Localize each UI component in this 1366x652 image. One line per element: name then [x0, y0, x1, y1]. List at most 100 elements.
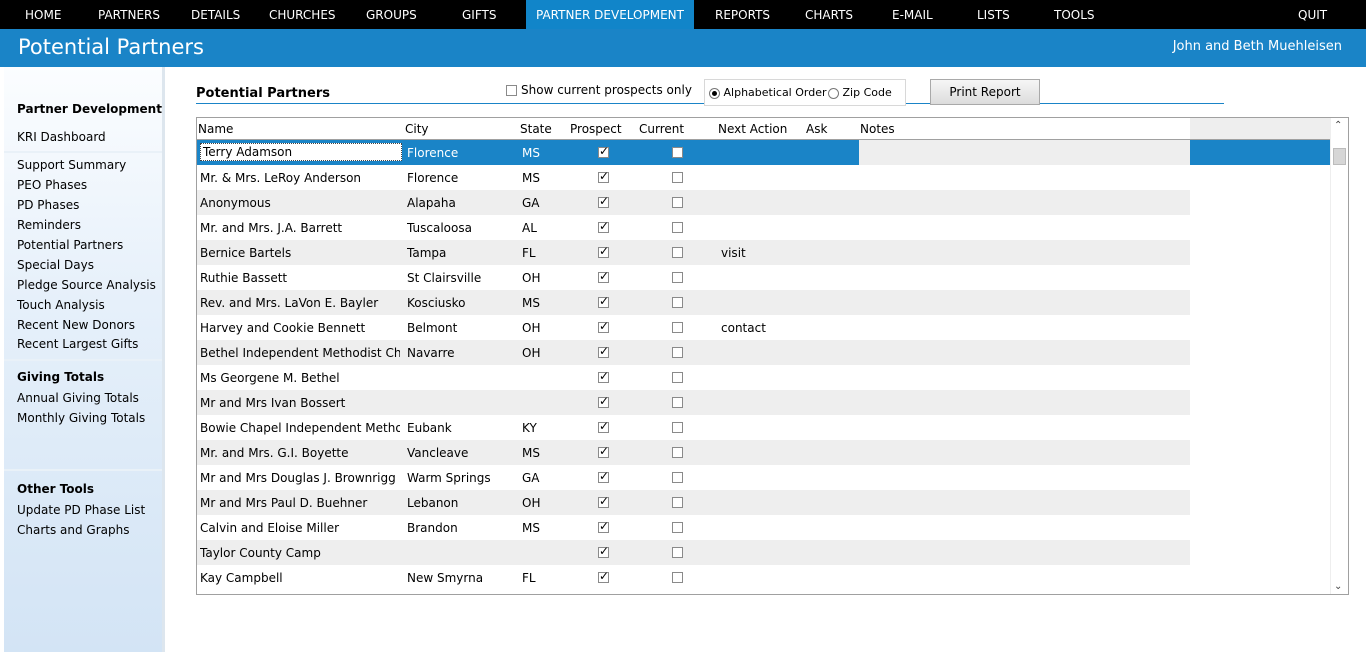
- sidebar-item-pd-phases[interactable]: PD Phases: [17, 198, 79, 212]
- sidebar-item-support-summary[interactable]: Support Summary: [17, 158, 126, 172]
- prospect-checkbox[interactable]: [598, 169, 609, 183]
- sidebar-item-touch-analysis[interactable]: Touch Analysis: [17, 298, 105, 312]
- state-cell[interactable]: FL: [522, 571, 562, 585]
- name-cell[interactable]: Taylor County Camp: [200, 546, 400, 560]
- column-header-current[interactable]: Current: [639, 122, 684, 136]
- state-cell[interactable]: MS: [522, 446, 562, 460]
- sidebar-item-charts-and-graphs[interactable]: Charts and Graphs: [17, 523, 130, 537]
- column-header-prospect[interactable]: Prospect: [570, 122, 622, 136]
- sidebar-item-annual-giving-totals[interactable]: Annual Giving Totals: [17, 391, 139, 405]
- nav-partner-development[interactable]: PARTNER DEVELOPMENT: [526, 0, 694, 29]
- prospect-checkbox[interactable]: [598, 344, 609, 358]
- city-cell[interactable]: Lebanon: [407, 496, 517, 510]
- state-cell[interactable]: KY: [522, 421, 562, 435]
- prospect-checkbox[interactable]: [598, 294, 609, 308]
- current-checkbox[interactable]: [672, 547, 683, 558]
- chevron-down-icon[interactable]: ⌄: [1334, 581, 1342, 592]
- table-row[interactable]: Bethel Independent Methodist Church Navar…: [197, 340, 1190, 365]
- city-cell[interactable]: Brandon: [407, 521, 517, 535]
- city-cell[interactable]: New Smyrna: [407, 571, 517, 585]
- city-cell[interactable]: Florence: [407, 146, 517, 160]
- table-row[interactable]: Harvey and Cookie Bennett Belmont OH contac…: [197, 315, 1190, 340]
- name-cell[interactable]: Calvin and Eloise Miller: [200, 521, 400, 535]
- current-checkbox[interactable]: [672, 272, 683, 283]
- sidebar-item-recent-largest-gifts[interactable]: Recent Largest Gifts: [17, 337, 138, 351]
- table-row[interactable]: Rev. and Mrs. LaVon E. Bayler Kosciusko MS: [197, 290, 1190, 315]
- state-cell[interactable]: OH: [522, 496, 562, 510]
- nav-tools[interactable]: TOOLS: [1054, 0, 1095, 29]
- city-cell[interactable]: Navarre: [407, 346, 517, 360]
- prospect-checkbox[interactable]: [598, 269, 609, 283]
- nav-partners[interactable]: PARTNERS: [98, 0, 160, 29]
- current-checkbox[interactable]: [672, 147, 683, 158]
- name-cell[interactable]: Mr. and Mrs. G.I. Boyette: [200, 446, 400, 460]
- current-checkbox[interactable]: [672, 247, 683, 258]
- state-cell[interactable]: MS: [522, 521, 562, 535]
- current-checkbox[interactable]: [672, 372, 683, 383]
- state-cell[interactable]: OH: [522, 346, 562, 360]
- city-cell[interactable]: Eubank: [407, 421, 517, 435]
- sidebar-item-kri-dashboard[interactable]: KRI Dashboard: [17, 130, 106, 144]
- name-cell[interactable]: Bethel Independent Methodist Church: [200, 346, 400, 360]
- state-cell[interactable]: GA: [522, 471, 562, 485]
- nav-home[interactable]: HOME: [25, 0, 61, 29]
- table-row[interactable]: Mr. and Mrs. J.A. Barrett Tuscaloosa AL: [197, 215, 1190, 240]
- print-report-button[interactable]: Print Report: [930, 79, 1040, 105]
- nav-details[interactable]: DETAILS: [191, 0, 240, 29]
- current-checkbox[interactable]: [672, 347, 683, 358]
- prospect-checkbox[interactable]: [598, 394, 609, 408]
- name-cell[interactable]: Ruthie Bassett: [200, 271, 400, 285]
- column-header-state[interactable]: State: [520, 122, 552, 136]
- current-checkbox[interactable]: [672, 472, 683, 483]
- current-checkbox[interactable]: [672, 222, 683, 233]
- state-cell[interactable]: OH: [522, 321, 562, 335]
- current-checkbox[interactable]: [672, 397, 683, 408]
- current-checkbox[interactable]: [672, 297, 683, 308]
- prospect-checkbox[interactable]: [598, 469, 609, 483]
- table-row[interactable]: Mr. and Mrs. G.I. Boyette Vancleave MS: [197, 440, 1190, 465]
- next-action-cell[interactable]: contact: [721, 321, 801, 335]
- nav-email[interactable]: E-MAIL: [892, 0, 933, 29]
- prospect-checkbox[interactable]: [598, 244, 609, 258]
- city-cell[interactable]: Tuscaloosa: [407, 221, 517, 235]
- city-cell[interactable]: Kosciusko: [407, 296, 517, 310]
- table-row[interactable]: Kay Campbell New Smyrna FL: [197, 565, 1190, 590]
- sidebar-item-update-pd-phase-list[interactable]: Update PD Phase List: [17, 503, 145, 517]
- prospect-checkbox[interactable]: [598, 194, 609, 208]
- prospect-checkbox[interactable]: [598, 419, 609, 433]
- column-header-name[interactable]: Name: [198, 122, 233, 136]
- name-cell[interactable]: Anonymous: [200, 196, 400, 210]
- state-cell[interactable]: MS: [522, 171, 562, 185]
- sidebar-item-peo-phases[interactable]: PEO Phases: [17, 178, 87, 192]
- table-row[interactable]: Bernice Bartels Tampa FL visit: [197, 240, 1190, 265]
- name-cell[interactable]: Bernice Bartels: [200, 246, 400, 260]
- table-row[interactable]: Terry Adamson Florence MS: [197, 140, 1330, 165]
- table-row[interactable]: Mr. & Mrs. LeRoy Anderson Florence MS: [197, 165, 1190, 190]
- prospect-checkbox[interactable]: [598, 444, 609, 458]
- column-header-city[interactable]: City: [405, 122, 429, 136]
- notes-cell[interactable]: [859, 140, 1190, 165]
- prospect-checkbox[interactable]: [598, 544, 609, 558]
- zip-code-option[interactable]: Zip Code: [828, 86, 892, 99]
- prospect-checkbox[interactable]: [598, 219, 609, 233]
- show-current-prospects-toggle[interactable]: Show current prospects only: [506, 83, 692, 97]
- city-cell[interactable]: Warm Springs: [407, 471, 517, 485]
- state-cell[interactable]: FL: [522, 246, 562, 260]
- show-current-checkbox[interactable]: [506, 85, 517, 96]
- state-cell[interactable]: AL: [522, 221, 562, 235]
- current-checkbox[interactable]: [672, 572, 683, 583]
- state-cell[interactable]: MS: [522, 146, 562, 160]
- sidebar-item-potential-partners[interactable]: Potential Partners: [17, 238, 123, 252]
- nav-churches[interactable]: CHURCHES: [269, 0, 336, 29]
- sidebar-item-reminders[interactable]: Reminders: [17, 218, 81, 232]
- current-checkbox[interactable]: [672, 322, 683, 333]
- prospect-checkbox[interactable]: [598, 144, 609, 158]
- table-row[interactable]: Mr and Mrs Paul D. Buehner Lebanon OH: [197, 490, 1190, 515]
- nav-groups[interactable]: GROUPS: [366, 0, 417, 29]
- city-cell[interactable]: St Clairsville: [407, 271, 517, 285]
- current-checkbox[interactable]: [672, 172, 683, 183]
- city-cell[interactable]: Alapaha: [407, 196, 517, 210]
- column-header-next-action[interactable]: Next Action: [718, 122, 787, 136]
- city-cell[interactable]: Tampa: [407, 246, 517, 260]
- state-cell[interactable]: OH: [522, 271, 562, 285]
